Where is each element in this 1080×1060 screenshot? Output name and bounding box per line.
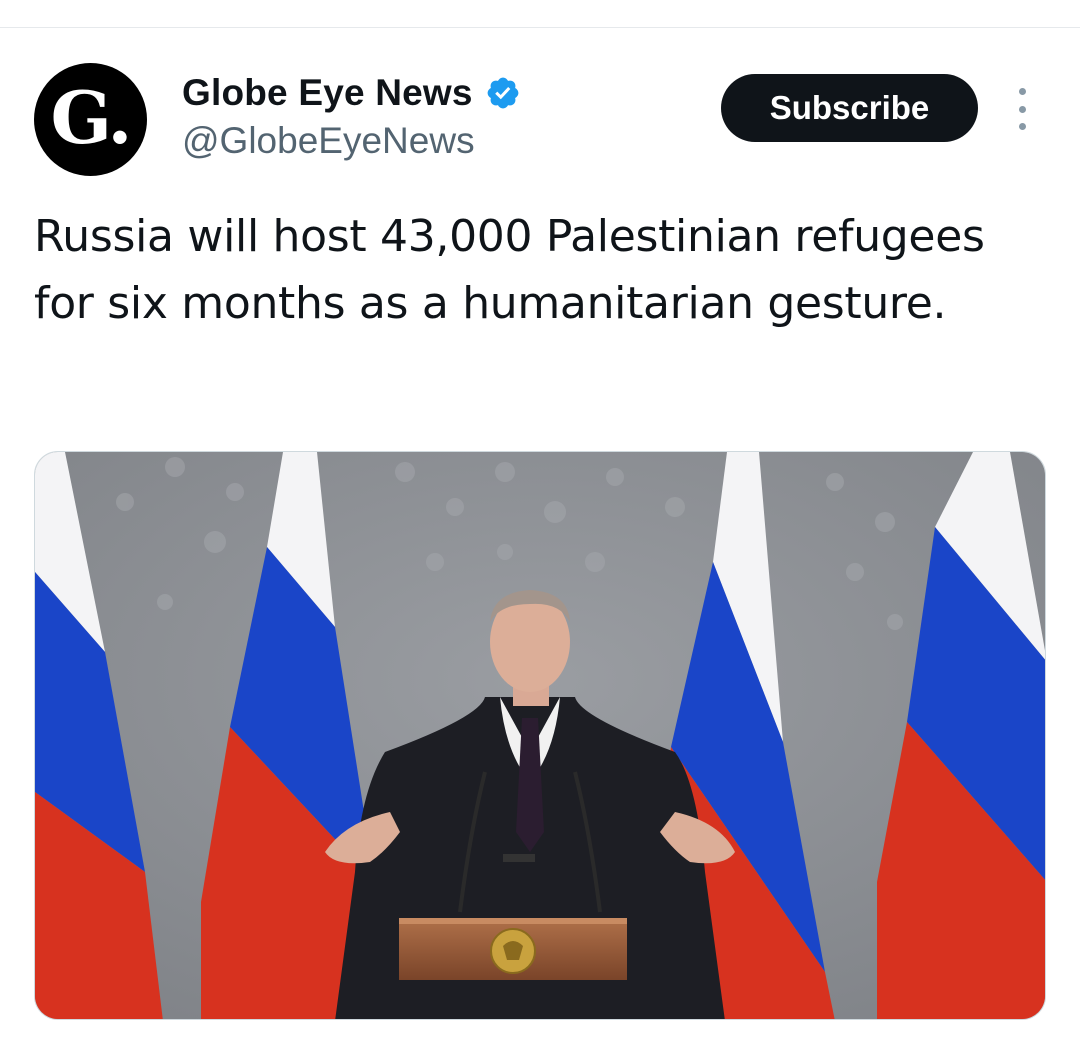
author-name-row[interactable]: Globe Eye News [182,70,521,116]
tweet-text: Russia will host 43,000 Palestinian refu… [34,211,985,329]
podium-stand [469,980,557,1019]
photo-illustration [35,452,1045,1019]
verified-badge-icon [487,77,519,109]
more-dot [1018,123,1026,130]
author-handle[interactable]: @GlobeEyeNews [182,120,475,162]
top-divider [0,27,1080,28]
author-display-name[interactable]: Globe Eye News [182,72,473,114]
more-options-icon[interactable] [1010,88,1034,130]
avatar-text: G. [50,75,133,160]
more-dot [1018,105,1026,113]
subscribe-button[interactable]: Subscribe [721,74,978,142]
more-dot [1018,88,1026,95]
tweet-photo[interactable] [34,451,1046,1020]
mic-base [503,854,535,862]
avatar[interactable]: G. [34,63,147,176]
podium-top [399,918,627,924]
